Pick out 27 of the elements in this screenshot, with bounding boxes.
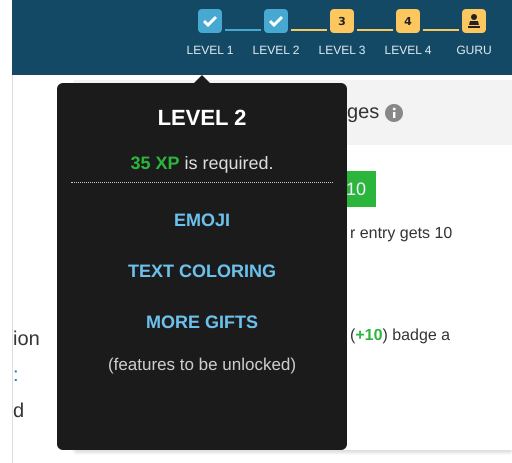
step-number: 4 xyxy=(404,14,412,28)
step-label: LEVEL 2 xyxy=(252,43,300,57)
info-icon[interactable] xyxy=(385,104,404,122)
feature-item: EMOJI xyxy=(174,210,230,231)
step-number: 3 xyxy=(338,14,346,28)
step-label: LEVEL 4 xyxy=(384,43,432,57)
card-title: ges xyxy=(347,101,380,124)
step-label: LEVEL 1 xyxy=(186,43,234,57)
text-fragment: d xyxy=(13,400,26,422)
earned-message: (+10) badge a xyxy=(350,327,452,345)
step-marker[interactable] xyxy=(264,9,288,33)
text-fragment: ion xyxy=(13,328,41,350)
badge-description: r entry gets 10 xyxy=(350,225,454,243)
feature-item: MORE GIFTS xyxy=(146,312,258,333)
tooltip-title: LEVEL 2 xyxy=(158,105,246,131)
step-marker[interactable]: 3 xyxy=(330,9,354,33)
step-marker[interactable] xyxy=(198,9,222,33)
feature-item: TEXT COLORING xyxy=(128,261,276,282)
step-label: GURU xyxy=(456,43,492,57)
xp-requirement: 35 XP is required. xyxy=(130,153,274,174)
points-badge: 10 xyxy=(346,171,376,207)
step-label: LEVEL 3 xyxy=(318,43,366,57)
step-marker[interactable] xyxy=(462,9,486,33)
check-icon xyxy=(269,15,283,27)
step-marker[interactable]: 4 xyxy=(396,9,420,33)
check-icon xyxy=(203,15,217,27)
tooltip-note: (features to be unlocked) xyxy=(108,355,296,375)
